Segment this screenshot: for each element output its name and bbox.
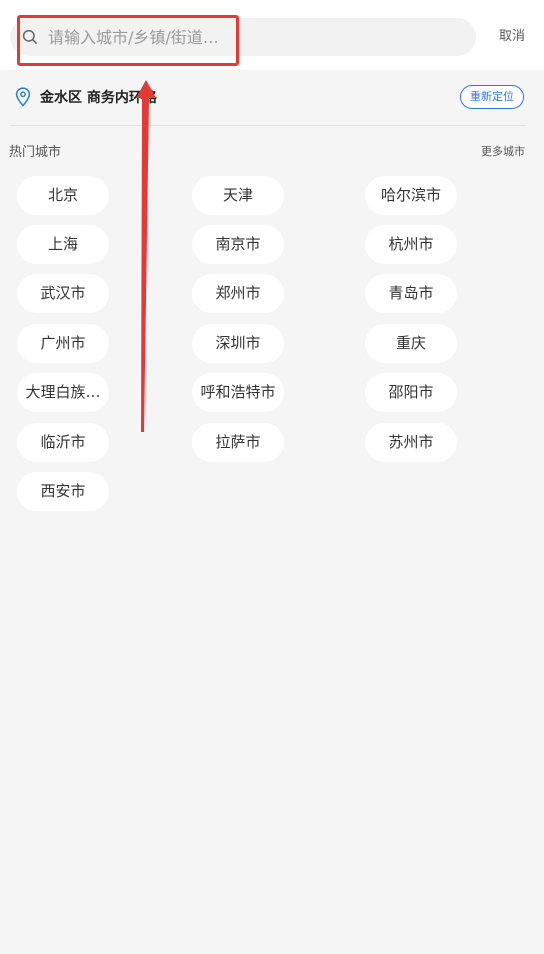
city-chip[interactable]: 呼和浩特市 xyxy=(192,373,284,412)
city-chip[interactable]: 重庆 xyxy=(365,324,457,363)
city-chip[interactable]: 武汉市 xyxy=(17,274,109,313)
city-chip[interactable]: 广州市 xyxy=(17,324,109,363)
city-chip[interactable]: 邵阳市 xyxy=(365,373,457,412)
divider xyxy=(10,125,526,126)
search-icon xyxy=(22,29,37,44)
city-chip[interactable]: 天津 xyxy=(192,176,284,215)
search-input[interactable] xyxy=(48,18,248,56)
current-location-bar: 金水区 商务内环路 重新定位 xyxy=(0,70,544,126)
city-chip[interactable]: 杭州市 xyxy=(365,225,457,264)
hot-cities-grid: 北京 天津 哈尔滨市 上海 南京市 杭州市 武汉市 郑州市 青岛市 广州市 深圳… xyxy=(17,176,537,516)
header: 取消 xyxy=(0,0,544,70)
city-chip[interactable]: 临沂市 xyxy=(17,423,109,462)
cancel-button[interactable]: 取消 xyxy=(499,28,525,46)
city-chip[interactable]: 哈尔滨市 xyxy=(365,176,457,215)
map-pin-icon xyxy=(15,87,31,107)
city-chip[interactable]: 郑州市 xyxy=(192,274,284,313)
city-chip[interactable]: 西安市 xyxy=(17,472,109,511)
city-chip[interactable]: 南京市 xyxy=(192,225,284,264)
relocate-button[interactable]: 重新定位 xyxy=(460,85,524,109)
city-chip[interactable]: 拉萨市 xyxy=(192,423,284,462)
more-cities-link[interactable]: 更多城市 xyxy=(481,144,525,160)
city-chip[interactable]: 深圳市 xyxy=(192,324,284,363)
city-chip[interactable]: 苏州市 xyxy=(365,423,457,462)
city-chip[interactable]: 大理白族… xyxy=(17,373,109,412)
current-location-text: 金水区 商务内环路 xyxy=(40,90,157,106)
city-chip[interactable]: 青岛市 xyxy=(365,274,457,313)
hot-cities-title: 热门城市 xyxy=(9,145,62,160)
city-chip[interactable]: 北京 xyxy=(17,176,109,215)
city-chip[interactable]: 上海 xyxy=(17,225,109,264)
search-box[interactable] xyxy=(10,18,476,56)
